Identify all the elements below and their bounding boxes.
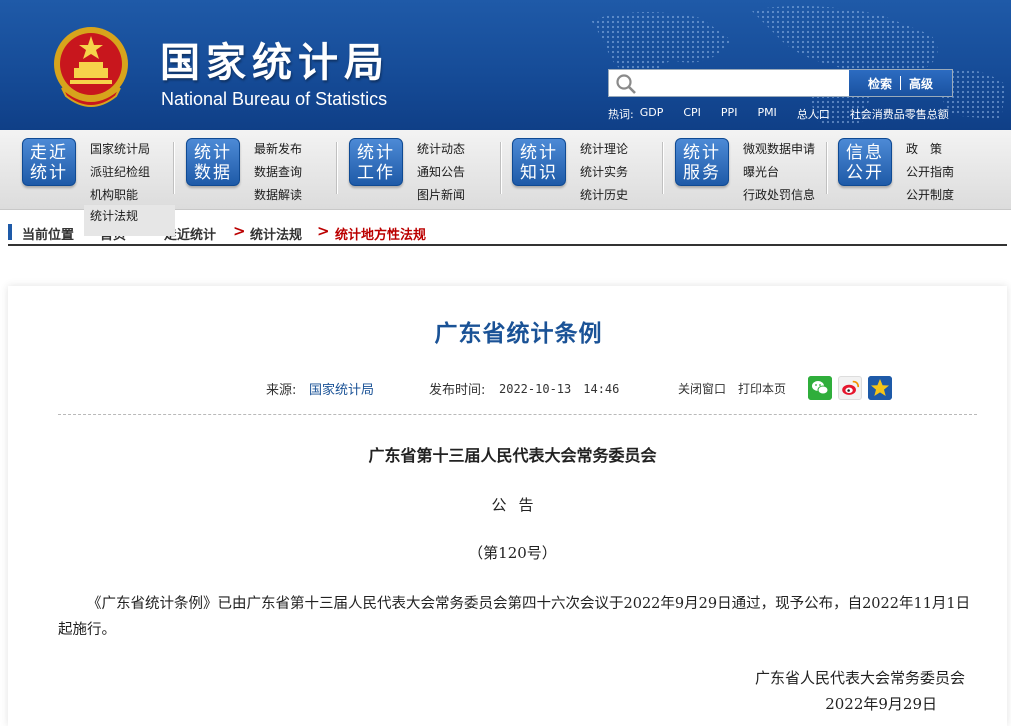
nav-badge-line: 统计 [683,143,721,163]
search-input[interactable] [609,70,849,96]
article-meta: 来源: 国家统计局 发布时间: 2022-10-13 14:46 关闭窗口 打印… [8,376,1007,402]
hotword-cpi[interactable]: CPI [683,106,701,122]
star-icon[interactable] [868,376,892,400]
hotword-population[interactable]: 总人口 [797,106,830,122]
nav-links: 国家统计局 派驻纪检组 机构职能 [90,138,150,207]
nav-divider [500,142,501,194]
meta-divider [58,414,977,415]
document-body: 《广东省统计条例》已由广东省第十三届人民代表大会常务委员会第四十六次会议于202… [58,596,971,638]
print-page-button[interactable]: 打印本页 [738,380,786,397]
nav-link[interactable]: 通知公告 [417,161,465,184]
nav-badge-line: 服务 [683,163,721,183]
nav-link[interactable]: 最新发布 [254,138,302,161]
search-button[interactable]: 检索 [868,75,892,92]
nav-link[interactable]: 公开指南 [906,161,954,184]
nav-links: 统计理论 统计实务 统计历史 [580,138,628,207]
nav-link[interactable]: 国家统计局 [90,138,150,161]
nav-badge-line: 工作 [357,163,395,183]
breadcrumb-separator: > [317,222,330,240]
article-title: 广东省统计条例 [434,321,603,347]
advanced-search-button[interactable]: 高级 [909,75,933,92]
nav-link[interactable]: 图片新闻 [417,184,465,207]
document-signature-org: 广东省人民代表大会常务委员会 [754,669,965,687]
breadcrumb-marker [8,224,12,240]
nav-links: 统计动态 通知公告 图片新闻 [417,138,465,207]
nav-links: 最新发布 数据查询 数据解读 [254,138,302,207]
source-label: 来源: [266,383,297,398]
wechat-icon[interactable] [808,376,832,400]
nav-link[interactable]: 曝光台 [743,161,815,184]
site-header: 国家统计局 National Bureau of Statistics 检索 高… [0,0,1011,130]
nav-link[interactable]: 统计实务 [580,161,628,184]
main-nav: 走近 统计 国家统计局 派驻纪检组 机构职能 统计 数据 最新发布 数据查询 数… [0,130,1011,210]
nav-link[interactable]: 统计动态 [417,138,465,161]
nav-divider [173,142,174,194]
hotword-ppi[interactable]: PPI [721,106,738,122]
search-button-divider [900,76,901,90]
search-buttons: 检索 高级 [849,70,952,96]
nav-link[interactable]: 机构职能 [90,184,150,207]
nav-link[interactable]: 统计理论 [580,138,628,161]
breadcrumb-current: 统计地方性法规 [335,228,427,243]
nav-divider [662,142,663,194]
nav-badge-line: 统计 [30,163,68,183]
publish-time: 2022-10-13 14:46 [499,382,620,396]
nav-badge-line: 统计 [194,143,232,163]
nav-link[interactable]: 统计历史 [580,184,628,207]
breadcrumb-law[interactable]: 统计法规 [250,224,302,243]
hotword-retail-sales[interactable]: 社会消费品零售总额 [850,106,949,122]
nav-link[interactable]: 微观数据申请 [743,138,815,161]
nav-badge-line: 统计 [520,143,558,163]
nav-dropdown-item[interactable]: 统计法规 [84,205,175,236]
breadcrumb-label: 当前位置 [22,228,75,243]
nav-link[interactable]: 政 策 [906,138,954,161]
document-type: 公告 [491,496,546,514]
nav-badge-knowledge[interactable]: 统计 知识 [512,138,566,186]
nav-divider [826,142,827,194]
nav-badge-line: 统计 [357,143,395,163]
nav-badge-line: 信息 [846,143,884,163]
article: 广东省统计条例 来源: 国家统计局 发布时间: 2022-10-13 14:46… [8,286,1007,726]
nav-links: 政 策 公开指南 公开制度 [906,138,954,207]
search-icon [616,74,636,94]
national-emblem-icon [54,27,128,107]
hotword-pmi[interactable]: PMI [757,106,776,122]
document-signature-date: 2022年9月29日 [825,695,937,713]
weibo-icon[interactable] [838,376,862,400]
nav-badge-line: 走近 [30,143,68,163]
hotwords: 热词: GDP CPI PPI PMI 总人口 社会消费品零售总额 [608,106,949,122]
nav-links: 微观数据申请 曝光台 行政处罚信息 [743,138,815,207]
nav-link[interactable]: 数据查询 [254,161,302,184]
nav-badge-about[interactable]: 走近 统计 [22,138,76,186]
nav-badge-data[interactable]: 统计 数据 [186,138,240,186]
nav-divider [336,142,337,194]
nav-badge-line: 公开 [846,163,884,183]
nav-badge-line: 数据 [194,163,232,183]
nav-link[interactable]: 派驻纪检组 [90,161,150,184]
site-title-chinese: 国家统计局 [160,39,390,86]
nav-link[interactable]: 行政处罚信息 [743,184,815,207]
document-organization: 广东省第十三届人民代表大会常务委员会 [368,446,657,465]
close-window-button[interactable]: 关闭窗口 [678,380,726,397]
nav-link[interactable]: 数据解读 [254,184,302,207]
source-link[interactable]: 国家统计局 [309,379,374,398]
hotword-gdp[interactable]: GDP [640,106,664,122]
nav-link[interactable]: 公开制度 [906,184,954,207]
breadcrumb-separator: > [233,222,246,240]
hotwords-label: 热词: [608,108,634,121]
nav-badge-service[interactable]: 统计 服务 [675,138,729,186]
document-number: （第120号） [468,544,557,562]
nav-badge-disclosure[interactable]: 信息 公开 [838,138,892,186]
nav-badge-work[interactable]: 统计 工作 [349,138,403,186]
publish-time-label: 发布时间: [429,383,486,398]
search-box: 检索 高级 [608,69,953,97]
nav-badge-line: 知识 [520,163,558,183]
site-title-english: National Bureau of Statistics [161,89,388,109]
